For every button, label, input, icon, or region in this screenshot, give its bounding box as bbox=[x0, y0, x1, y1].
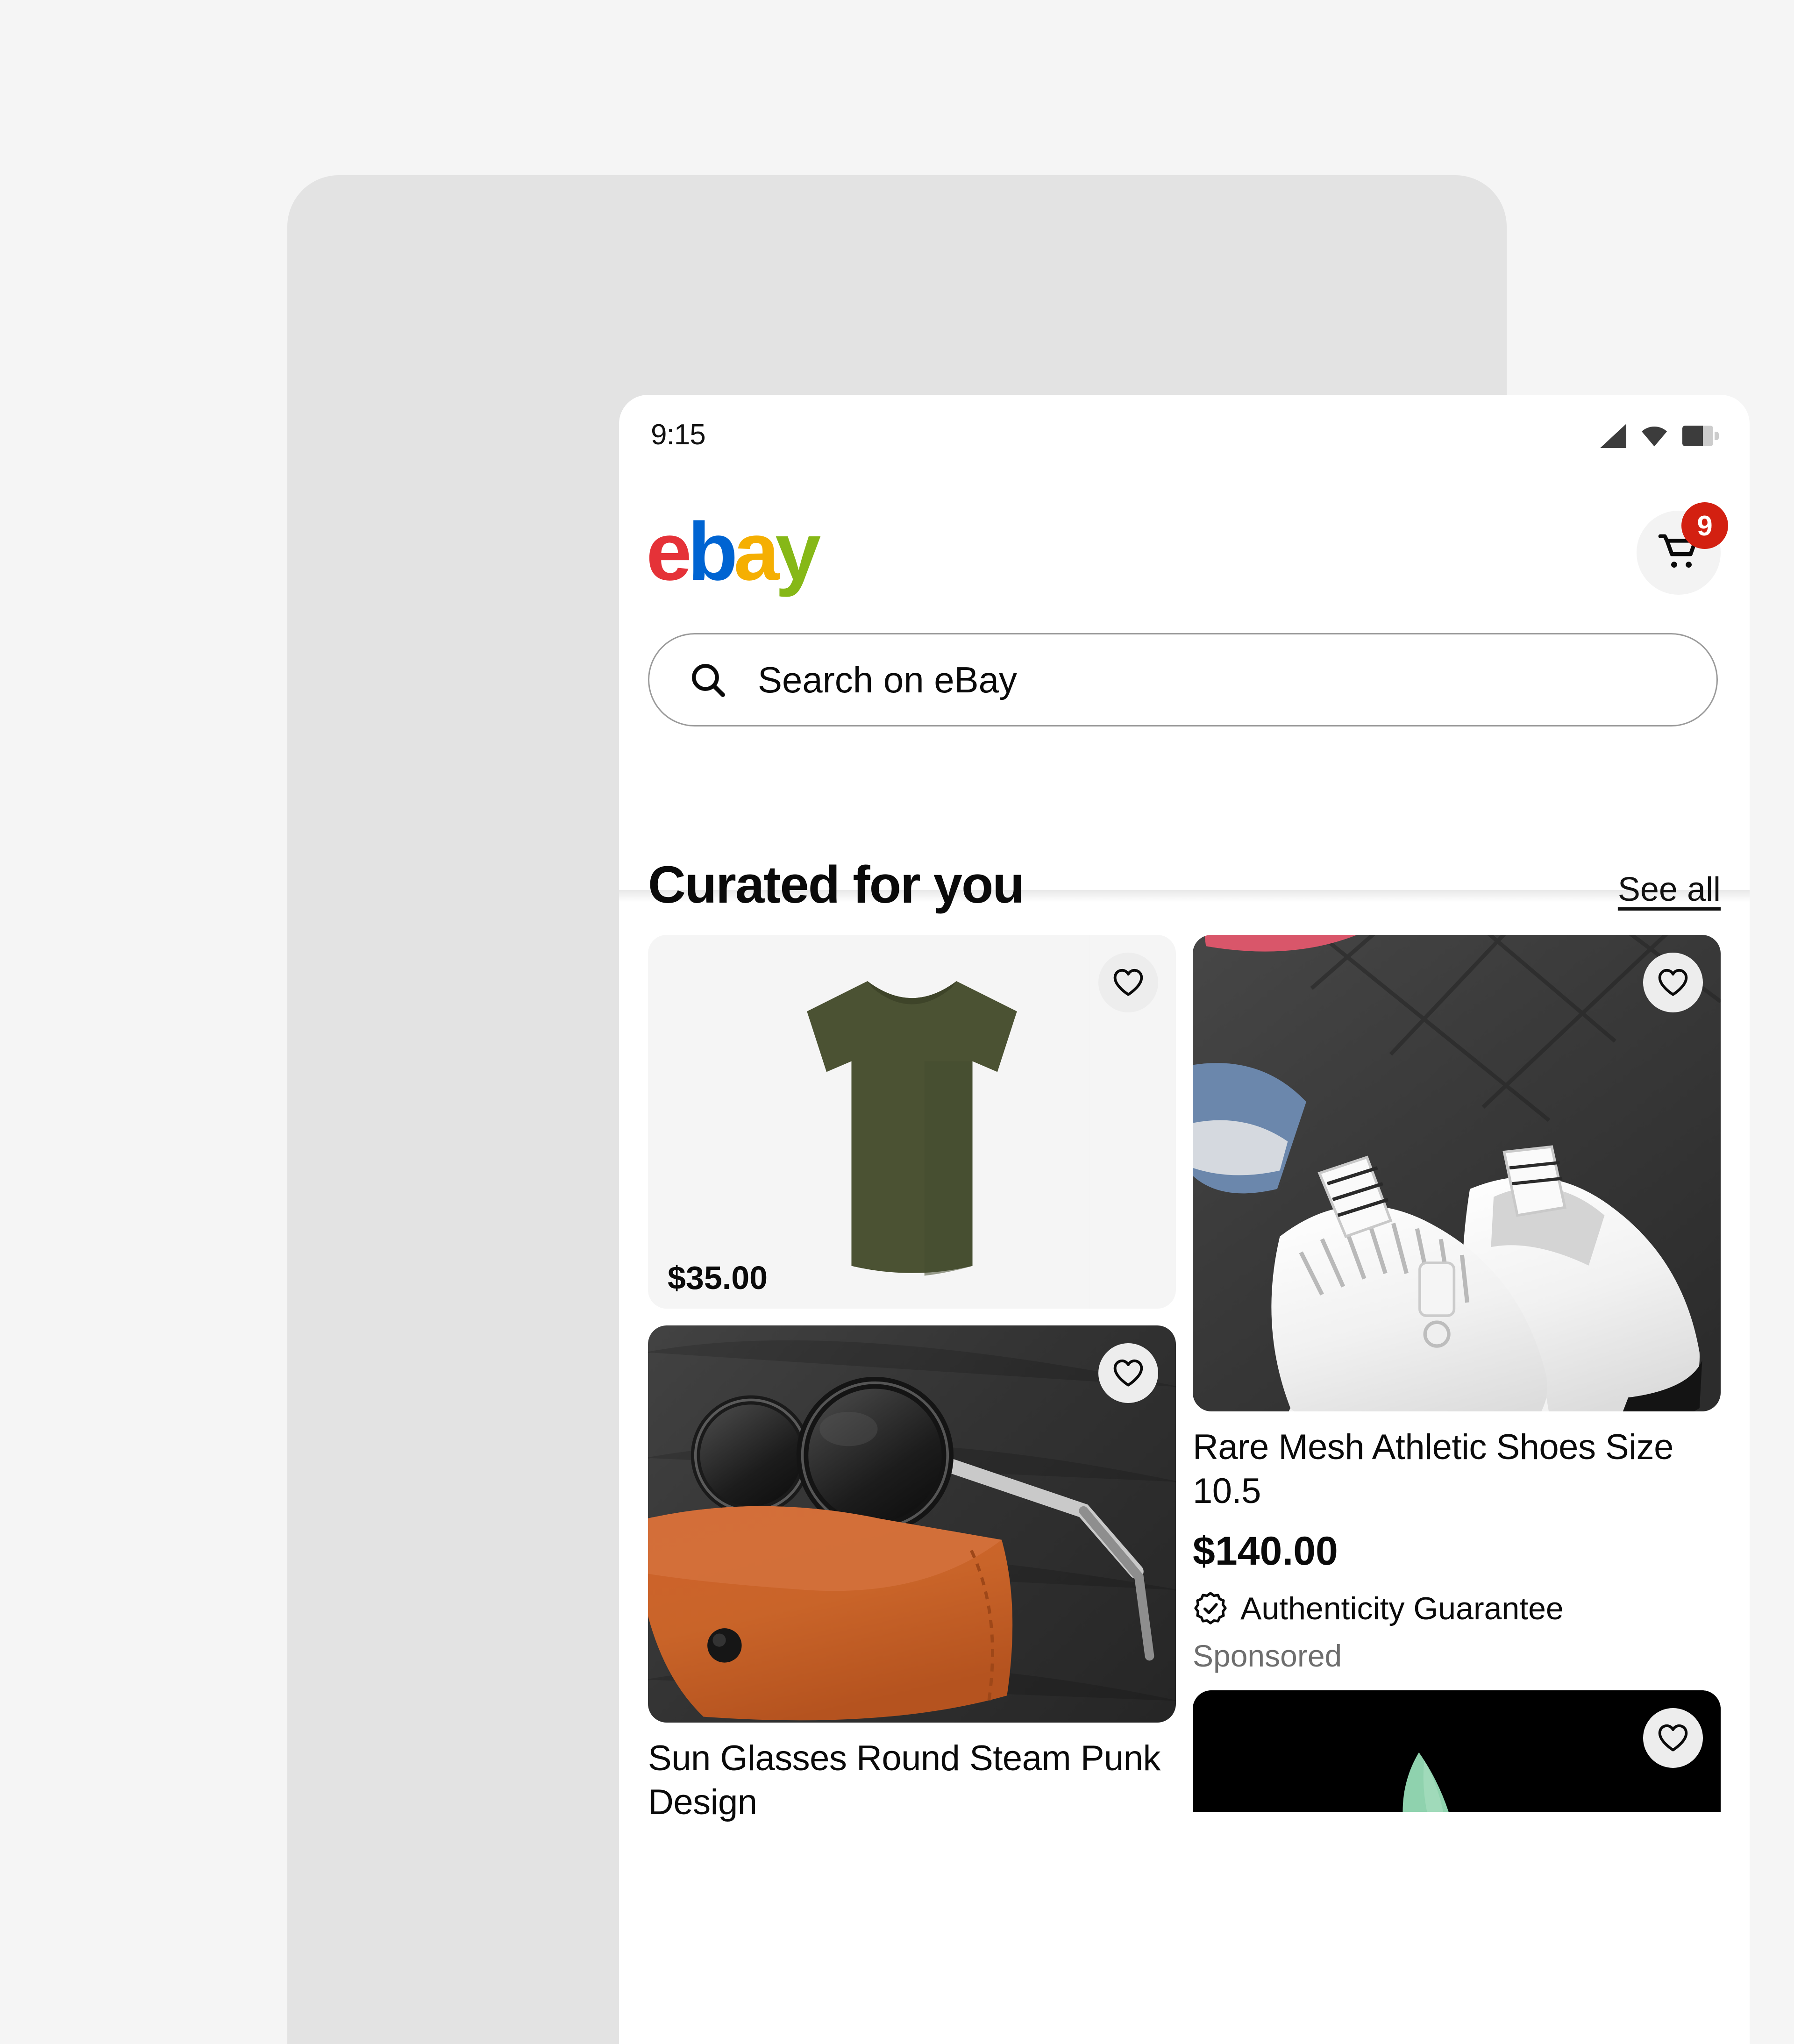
price-badge-tshirt: $35.00 bbox=[648, 1249, 794, 1309]
product-card-tshirt[interactable]: $35.00 bbox=[648, 935, 1176, 1309]
favorite-button-plant[interactable] bbox=[1643, 1708, 1703, 1768]
product-image-shoes bbox=[1193, 935, 1721, 1411]
logo-letter-a: a bbox=[733, 506, 779, 598]
app-header: ebay 9 Search on eBay bbox=[619, 479, 1750, 902]
sponsored-label: Sponsored bbox=[1193, 1638, 1342, 1674]
heart-outline-icon bbox=[1113, 1359, 1143, 1387]
product-image-sunglasses bbox=[648, 1325, 1176, 1723]
product-title-shoes: Rare Mesh Athletic Shoes Size 10.5 bbox=[1193, 1427, 1673, 1511]
product-card-sunglasses[interactable]: Sun Glasses Round Steam Punk Design bbox=[648, 1325, 1176, 1824]
status-bar-time: 9:15 bbox=[651, 419, 706, 451]
see-all-link[interactable]: See all bbox=[1618, 870, 1721, 909]
content-area: Curated for you See all $35.00 Sun Glass… bbox=[619, 818, 1750, 1824]
favorite-button-sunglasses[interactable] bbox=[1098, 1343, 1158, 1403]
search-placeholder-text: Search on eBay bbox=[758, 659, 1018, 700]
grid-column-left: $35.00 Sun Glasses Round Steam Punk Desi… bbox=[648, 935, 1176, 1824]
favorite-button-shoes[interactable] bbox=[1643, 953, 1703, 1012]
favorite-button-tshirt[interactable] bbox=[1098, 953, 1158, 1012]
wifi-icon bbox=[1642, 427, 1667, 447]
ebay-logo[interactable]: ebay bbox=[646, 511, 821, 593]
phone-screen: 9:15 ebay 9 Search on eBay Curated for y… bbox=[619, 395, 1750, 2044]
logo-letter-b: b bbox=[687, 506, 738, 598]
product-price-shoes: $140.00 bbox=[1193, 1529, 1338, 1574]
heart-outline-icon bbox=[1113, 969, 1143, 996]
authenticity-guarantee-badge: Authenticity Guarantee bbox=[1193, 1590, 1721, 1627]
status-bar-icons bbox=[1600, 424, 1719, 448]
verified-check-icon bbox=[1194, 1592, 1227, 1625]
section-header: Curated for you See all bbox=[619, 818, 1750, 935]
product-image-plant bbox=[1193, 1690, 1721, 1812]
heart-outline-icon bbox=[1658, 969, 1688, 996]
cart-badge-count: 9 bbox=[1697, 510, 1713, 541]
status-bar: 9:15 bbox=[619, 395, 1750, 479]
product-image-tshirt: $35.00 bbox=[648, 935, 1176, 1309]
page-title: Curated for you bbox=[648, 855, 1025, 914]
product-card-plant[interactable] bbox=[1193, 1690, 1721, 1812]
heart-outline-icon bbox=[1658, 1724, 1688, 1752]
search-icon bbox=[688, 660, 728, 700]
product-card-shoes[interactable]: Rare Mesh Athletic Shoes Size 10.5 $140.… bbox=[1193, 935, 1721, 1674]
cart-button[interactable]: 9 bbox=[1637, 502, 1728, 595]
logo-letter-e: e bbox=[646, 506, 692, 598]
authenticity-guarantee-label: Authenticity Guarantee bbox=[1240, 1591, 1564, 1627]
product-grid: $35.00 Sun Glasses Round Steam Punk Desi… bbox=[648, 935, 1721, 1824]
search-input[interactable]: Search on eBay bbox=[648, 633, 1718, 726]
screenshot-canvas: 9:15 ebay 9 Search on eBay Curated for y… bbox=[0, 0, 1794, 2044]
signal-icon bbox=[1600, 424, 1626, 448]
grid-column-right: Rare Mesh Athletic Shoes Size 10.5 $140.… bbox=[1193, 935, 1721, 1824]
phone-frame: 9:15 ebay 9 Search on eBay Curated for y… bbox=[287, 175, 1750, 2044]
product-title-sunglasses: Sun Glasses Round Steam Punk Design bbox=[648, 1738, 1161, 1823]
logo-letter-y: y bbox=[775, 506, 821, 598]
cart-badge: 9 bbox=[1681, 502, 1728, 549]
battery-icon bbox=[1682, 426, 1719, 446]
